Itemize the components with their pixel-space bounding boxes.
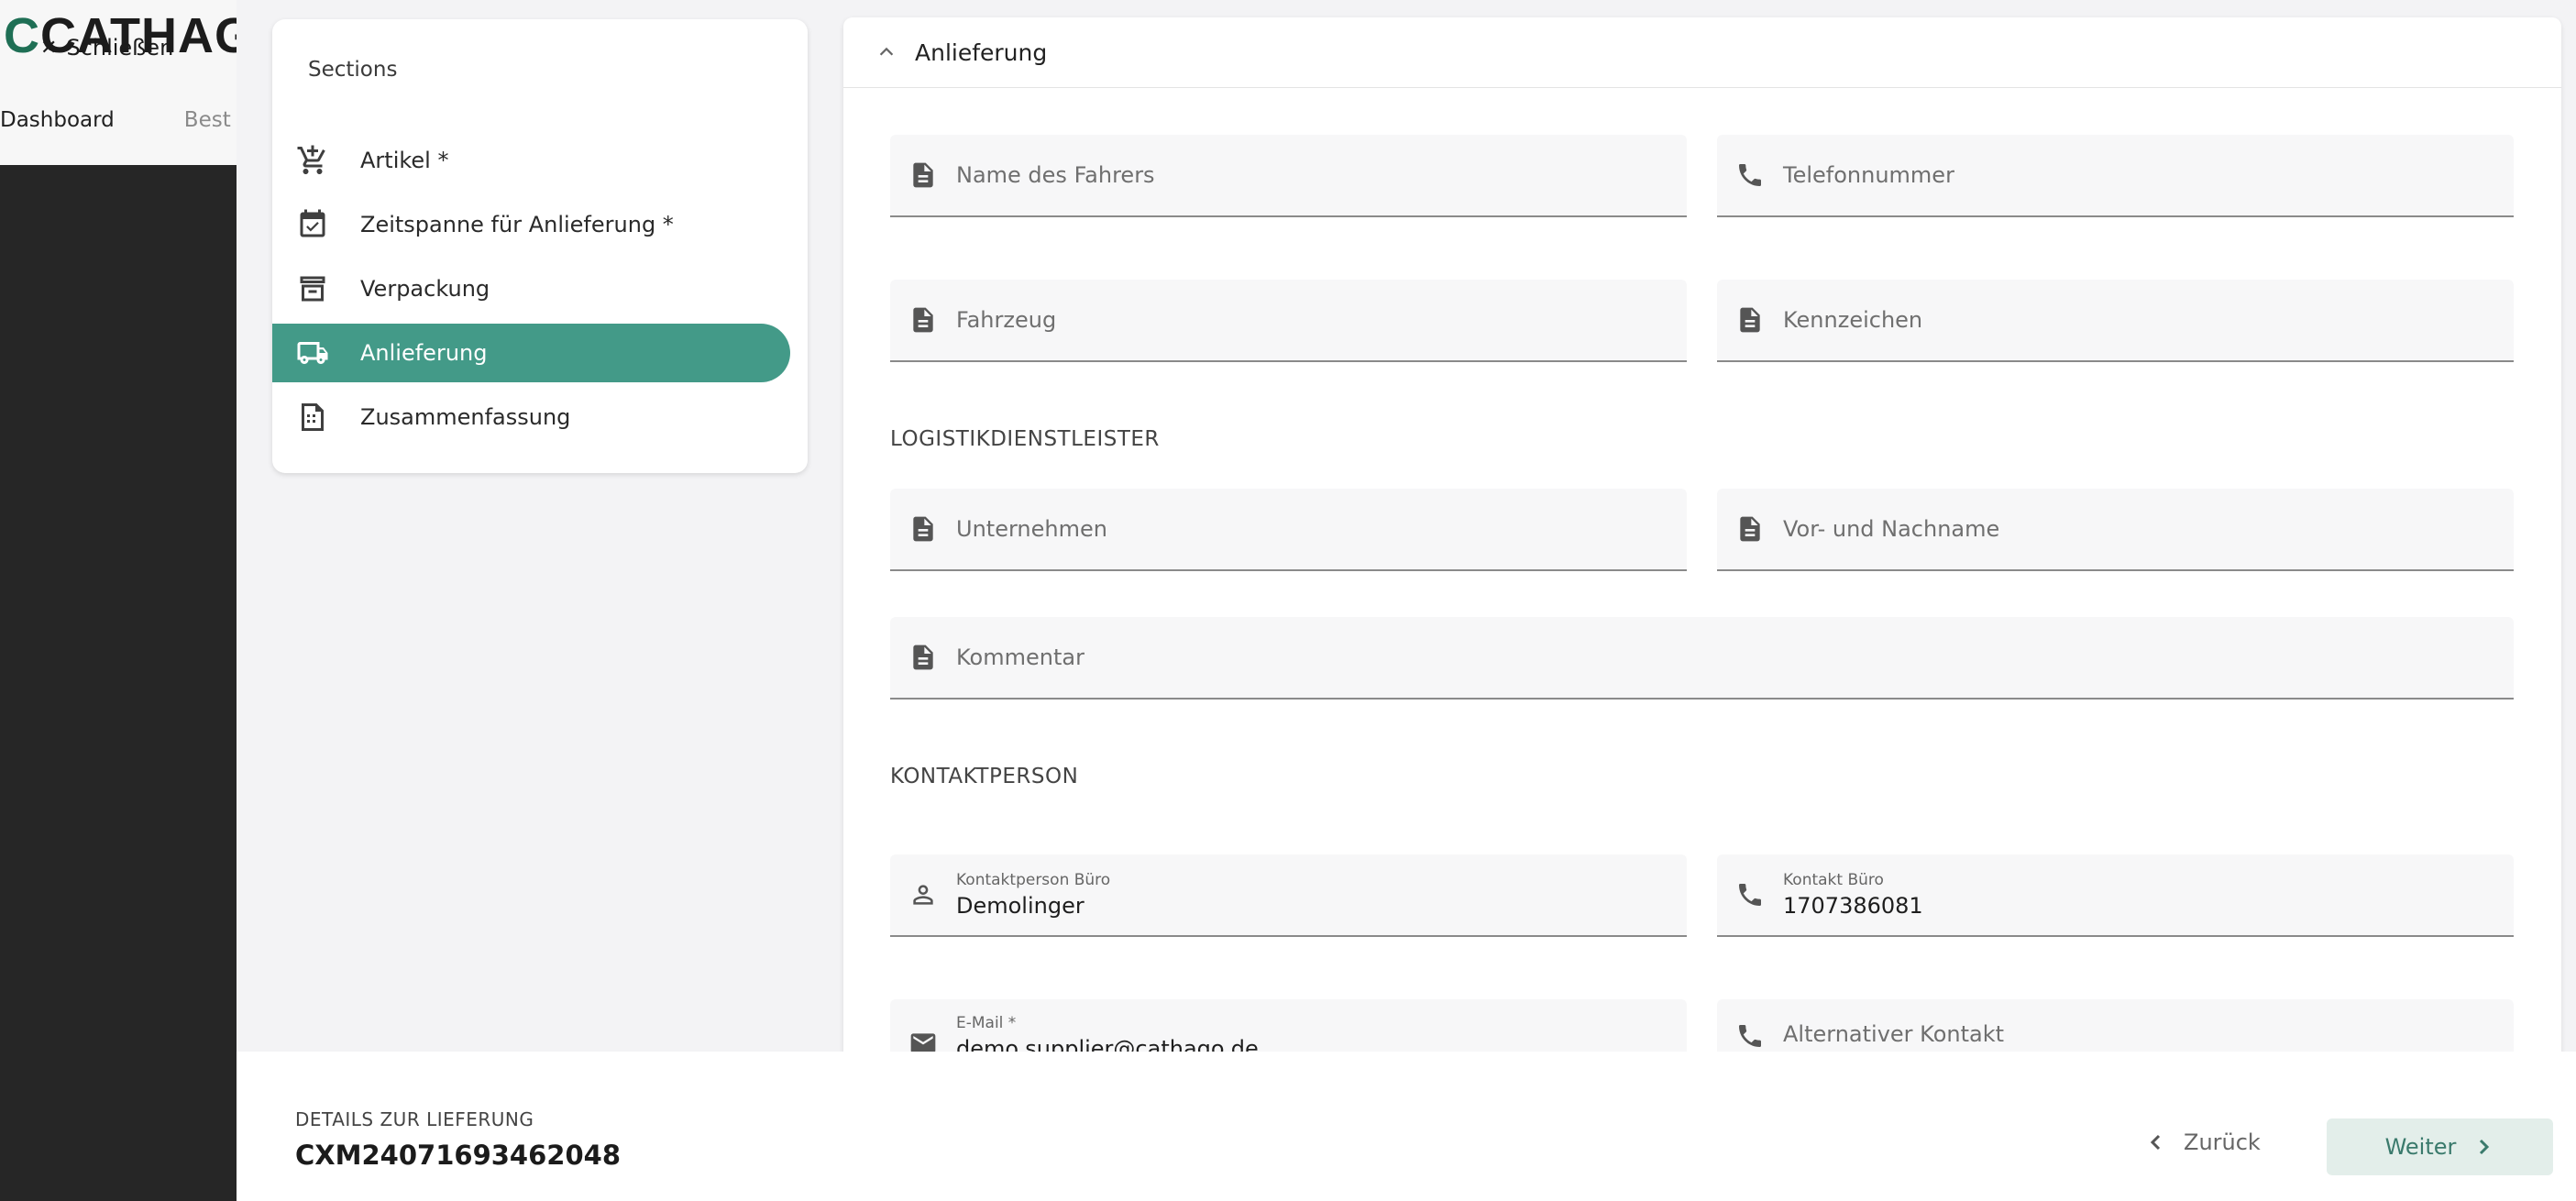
phone-icon (1739, 164, 1761, 186)
background-nav: Dashboard Best (0, 108, 237, 141)
calendar-check-icon (300, 209, 325, 237)
anlieferung-panel: Anlieferung Name des Fahrers Telefonnumm… (843, 17, 2561, 1053)
comment-field[interactable]: Kommentar (890, 617, 2514, 700)
chevron-right-icon (2480, 1139, 2490, 1155)
section-item-artikel[interactable]: Artikel * (272, 131, 790, 190)
driver-name-field[interactable]: Name des Fahrers (890, 135, 1687, 217)
contact-phone-label: Kontakt Büro (1783, 871, 1884, 889)
archive-box-icon (300, 276, 325, 302)
vehicle-placeholder: Fahrzeug (956, 307, 1057, 333)
close-button[interactable]: ✕ Schließen (40, 35, 173, 61)
phone-icon (1739, 1025, 1761, 1047)
section-item-verpackung[interactable]: Verpackung (272, 259, 790, 318)
back-label: Zurück (2184, 1129, 2261, 1155)
vehicle-field[interactable]: Fahrzeug (890, 280, 1687, 362)
section-label: Zeitspanne für Anlieferung * (360, 212, 674, 237)
document-icon (1740, 307, 1760, 333)
sections-title: Sections (308, 58, 398, 82)
plate-field[interactable]: Kennzeichen (1717, 280, 2514, 362)
summary-doc-icon (302, 403, 324, 431)
contact-phone-value: 1707386081 (1783, 893, 1923, 919)
full-name-field[interactable]: Vor- und Nachname (1717, 489, 2514, 571)
panel-header[interactable]: Anlieferung (843, 17, 2561, 88)
document-icon (913, 162, 933, 188)
email-field[interactable]: E-Mail * demo.supplier@cathago.de (890, 999, 1687, 1053)
company-field[interactable]: Unternehmen (890, 489, 1687, 571)
logistics-group-title: LOGISTIKDIENSTLEISTER (890, 427, 1160, 451)
cart-add-icon (297, 145, 325, 174)
contact-office-label: Kontaktperson Büro (956, 871, 1111, 889)
app-backdrop: CCATHAG ✕ Schließen Dashboard Best (0, 0, 237, 1201)
contact-phone-field[interactable]: Kontakt Büro 1707386081 (1717, 854, 2514, 937)
bg-nav-dashboard: Dashboard (0, 108, 115, 132)
person-icon (913, 885, 933, 905)
company-placeholder: Unternehmen (956, 516, 1107, 542)
document-icon (913, 645, 933, 670)
plate-placeholder: Kennzeichen (1783, 307, 1923, 333)
phone-placeholder: Telefonnummer (1783, 162, 1954, 188)
sections-card: Sections Artikel * Zeitspanne für Anlief… (272, 19, 808, 473)
footer-label: DETAILS ZUR LIEFERUNG (295, 1108, 534, 1130)
phone-icon (1739, 884, 1761, 906)
document-icon (1740, 516, 1760, 542)
truck-icon (297, 342, 328, 364)
contact-group-title: KONTAKTPERSON (890, 765, 1079, 788)
chevron-up-icon (879, 47, 894, 56)
contact-office-value: Demolinger (956, 893, 1084, 919)
section-item-zeitspanne[interactable]: Zeitspanne für Anlieferung * (272, 195, 790, 254)
alt-contact-field[interactable]: Alternativer Kontakt (1717, 999, 2514, 1053)
bg-nav-best: Best (183, 108, 231, 132)
next-button[interactable]: Weiter (2327, 1118, 2553, 1175)
email-label: E-Mail * (956, 1014, 1017, 1032)
driver-name-placeholder: Name des Fahrers (956, 162, 1155, 188)
chevron-left-icon (2150, 1134, 2161, 1151)
full-name-placeholder: Vor- und Nachname (1783, 516, 2000, 542)
sections-list: Artikel * Zeitspanne für Anlieferung * V… (272, 131, 808, 452)
panel-title: Anlieferung (915, 39, 1048, 66)
document-icon (913, 307, 933, 333)
section-label: Verpackung (360, 276, 490, 302)
mail-icon (910, 1033, 936, 1053)
document-icon (913, 516, 933, 542)
section-label: Anlieferung (360, 340, 488, 366)
section-item-anlieferung[interactable]: Anlieferung (272, 324, 790, 382)
delivery-id: CXM24071693462048 (295, 1140, 621, 1171)
section-label: Zusammenfassung (360, 404, 571, 430)
close-icon: ✕ (40, 36, 58, 60)
section-label: Artikel * (360, 148, 449, 173)
back-button[interactable]: Zurück (2145, 1118, 2273, 1167)
section-item-zusammenfassung[interactable]: Zusammenfassung (272, 388, 790, 446)
delivery-footer: DETAILS ZUR LIEFERUNG CXM24071693462048 … (237, 1052, 2576, 1201)
phone-field[interactable]: Telefonnummer (1717, 135, 2514, 217)
comment-placeholder: Kommentar (956, 645, 1084, 670)
alt-contact-placeholder: Alternativer Kontakt (1783, 1021, 2005, 1047)
close-label: Schließen (66, 35, 174, 61)
contact-office-field[interactable]: Kontaktperson Büro Demolinger (890, 854, 1687, 937)
next-label: Weiter (2384, 1134, 2457, 1160)
